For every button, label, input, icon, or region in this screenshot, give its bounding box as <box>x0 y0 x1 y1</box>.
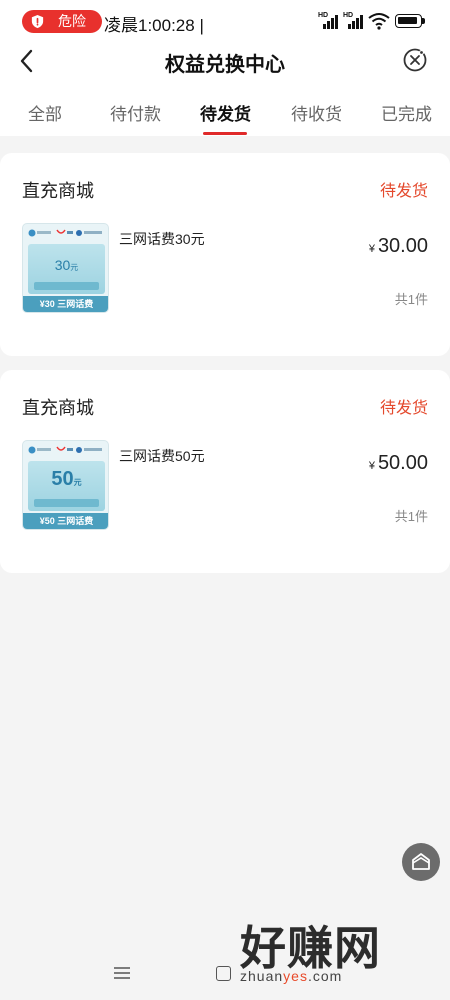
voucher-panel: 30元 <box>28 244 105 294</box>
wifi-icon <box>368 13 390 30</box>
close-circle-icon[interactable] <box>402 47 428 73</box>
store-name: 直充商城 <box>22 181 94 201</box>
store-name: 直充商城 <box>22 398 94 418</box>
product-name[interactable]: 三网话费50元 <box>119 446 205 466</box>
product-image[interactable]: 30元 ¥30 三网话费 <box>22 223 109 313</box>
voucher-footer: ¥50 三网话费 <box>23 513 108 529</box>
tab-pending-payment[interactable]: 待付款 <box>110 100 161 125</box>
product-quantity: 共1件 <box>394 292 428 307</box>
tab-active-indicator <box>203 132 247 135</box>
voucher-footer: ¥30 三网话费 <box>23 296 108 312</box>
home-icon <box>412 853 430 870</box>
home-square-icon[interactable] <box>216 966 231 981</box>
carrier-logos-icon <box>28 446 102 454</box>
status-bar: 危险 凌晨1:00:28 | HD HD <box>0 0 450 42</box>
signal-icon: HD <box>343 12 363 29</box>
product-price: ¥50.00 <box>368 452 428 474</box>
voucher-panel: 50元 <box>28 461 105 511</box>
page-title: 权益兑换中心 <box>165 54 285 76</box>
header: 权益兑换中心 <box>0 42 450 82</box>
system-nav-bar <box>0 945 450 1000</box>
status-time: 凌晨1:00:28 | <box>104 16 204 35</box>
watermark-url: zhuanyes.com <box>240 968 343 984</box>
tab-all[interactable]: 全部 <box>28 100 62 125</box>
order-status: 待发货 <box>379 400 428 417</box>
tab-completed[interactable]: 已完成 <box>381 100 432 125</box>
danger-label: 危险 <box>58 13 86 29</box>
order-card[interactable]: 直充商城 待发货 50元 ¥50 三网话费 三网话费50元 ¥50.00 共1件 <box>0 370 450 573</box>
danger-badge[interactable]: 危险 <box>22 10 102 33</box>
floating-home-button[interactable] <box>402 843 440 881</box>
signal-icon: HD <box>318 12 338 29</box>
product-image[interactable]: 50元 ¥50 三网话费 <box>22 440 109 530</box>
product-price: ¥30.00 <box>368 235 428 257</box>
order-status: 待发货 <box>379 183 428 200</box>
order-card[interactable]: 直充商城 待发货 30元 ¥30 三网话费 三网话费30元 ¥30.00 共1件 <box>0 153 450 356</box>
tab-pending-receipt[interactable]: 待收货 <box>291 100 342 125</box>
menu-icon[interactable] <box>114 967 130 979</box>
battery-icon <box>395 14 425 28</box>
carrier-logos-icon <box>28 229 102 237</box>
tab-pending-shipment[interactable]: 待发货 <box>200 100 251 125</box>
voucher-amount: 30元 <box>54 257 79 273</box>
hd-label: HD <box>343 12 354 19</box>
tab-bar: 全部 待付款 待发货 待收货 已完成 <box>0 82 450 136</box>
shield-icon <box>31 14 44 29</box>
hd-label: HD <box>318 12 329 19</box>
voucher-amount: 50元 <box>51 468 82 490</box>
product-quantity: 共1件 <box>394 509 428 524</box>
product-name[interactable]: 三网话费30元 <box>119 229 205 249</box>
